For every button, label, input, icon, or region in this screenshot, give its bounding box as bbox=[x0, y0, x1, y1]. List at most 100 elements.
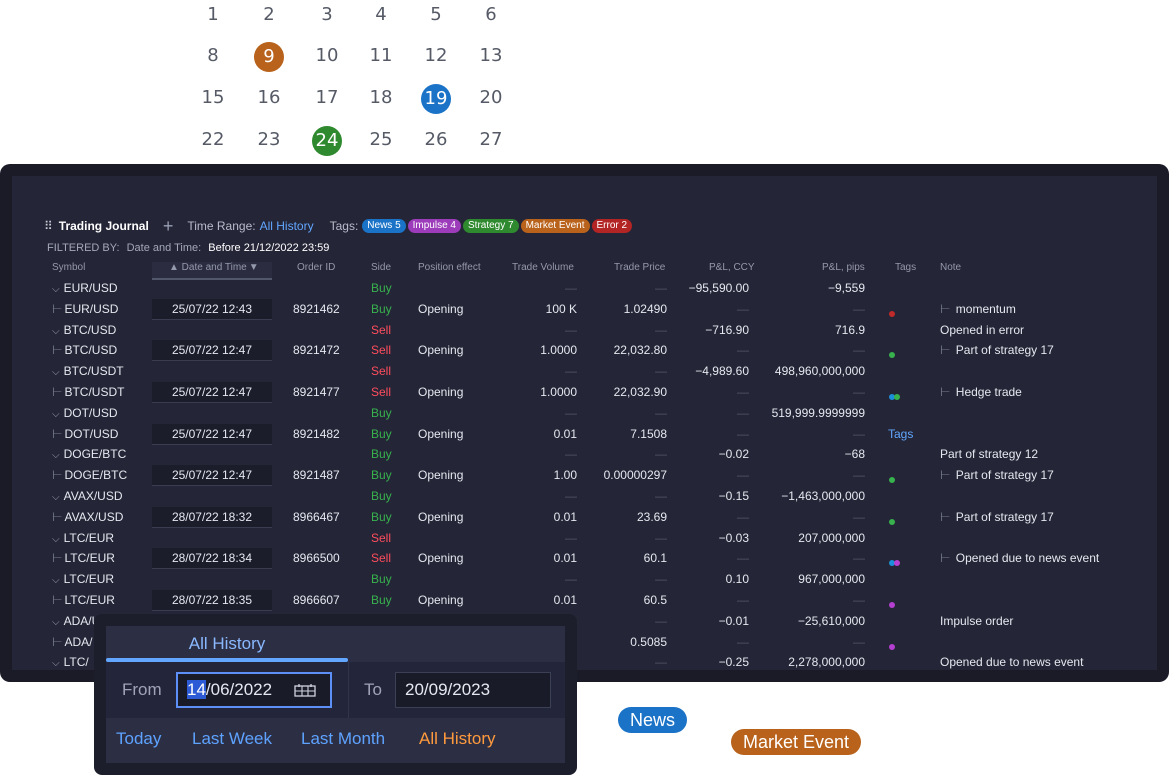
tag-filter-chip[interactable]: Error 2 bbox=[591, 219, 633, 233]
header-pl-pips[interactable]: P&L, pips bbox=[822, 262, 865, 273]
symbol-cell[interactable]: ⊢ AVAX/USD bbox=[52, 510, 123, 524]
calendar-day[interactable]: 8 bbox=[198, 41, 228, 71]
add-icon[interactable]: + bbox=[163, 217, 174, 235]
table-row[interactable]: ⌵ BTC/USD Sell — — −716.90 716.9 Opened in erro… bbox=[12, 320, 1157, 341]
calendar-day[interactable]: 24 bbox=[312, 126, 342, 156]
table-row[interactable]: ⊢ LTC/EUR 28/07/22 18:34 8966500 Sell Opening… bbox=[12, 548, 1157, 570]
chevron-down-icon[interactable]: ⌵ bbox=[52, 450, 60, 461]
symbol-cell[interactable]: ⊢ BTC/USD bbox=[52, 343, 117, 357]
table-row[interactable]: ⊢ LTC/EUR 28/07/22 18:35 8966607 Buy Opening 0… bbox=[12, 589, 1157, 611]
calendar-day[interactable]: 2 bbox=[254, 0, 284, 30]
note-cell[interactable]: Opened in error bbox=[940, 323, 1024, 337]
calendar-day[interactable]: 1 bbox=[198, 0, 228, 30]
calendar-day[interactable]: 9 bbox=[254, 42, 284, 72]
tags-link[interactable]: Tags bbox=[888, 427, 913, 441]
calendar-day[interactable]: 5 bbox=[421, 0, 451, 30]
header-symbol[interactable]: Symbol bbox=[52, 262, 85, 273]
calendar-day[interactable]: 15 bbox=[198, 83, 228, 113]
table-row[interactable]: ⊢ EUR/USD 25/07/22 12:43 8921462 Buy Opening 1… bbox=[12, 298, 1157, 320]
calendar-day[interactable]: 16 bbox=[254, 83, 284, 113]
tab-all-history[interactable]: All History bbox=[106, 626, 348, 662]
symbol-cell[interactable]: ⊢ ADA/ bbox=[52, 635, 92, 649]
calendar-day[interactable]: 22 bbox=[198, 125, 228, 155]
table-row[interactable]: ⊢ AVAX/USD 28/07/22 18:32 8966467 Buy Opening… bbox=[12, 506, 1157, 528]
chevron-down-icon[interactable]: ⌵ bbox=[52, 617, 60, 628]
calendar-day[interactable]: 3 bbox=[312, 0, 342, 30]
symbol-cell[interactable]: ⌵ BTC/USDT bbox=[52, 364, 124, 378]
table-row[interactable]: ⌵ AVAX/USD Buy — — −0.15 −1,463,000,000 bbox=[12, 486, 1157, 507]
header-tags[interactable]: Tags bbox=[895, 262, 916, 273]
quick-all-history[interactable]: All History bbox=[419, 729, 496, 749]
symbol-cell[interactable]: ⊢ DOGE/BTC bbox=[52, 468, 127, 482]
table-row[interactable]: ⊢ DOT/USD 25/07/22 12:47 8921482 Buy Opening 0… bbox=[12, 423, 1157, 445]
tag-dots[interactable] bbox=[889, 472, 895, 486]
symbol-cell[interactable]: ⊢ BTC/USDT bbox=[52, 385, 124, 399]
calendar-day[interactable]: 23 bbox=[254, 125, 284, 155]
table-row[interactable]: ⌵ LTC/EUR Buy — — 0.10 967,000,000 bbox=[12, 569, 1157, 590]
tag-filter-chip[interactable]: Impulse 4 bbox=[407, 219, 461, 233]
drag-handle-icon[interactable]: ⠿ bbox=[44, 219, 53, 233]
symbol-cell[interactable]: ⌵ AVAX/USD bbox=[52, 489, 123, 503]
chevron-down-icon[interactable]: ⌵ bbox=[52, 534, 60, 545]
chevron-down-icon[interactable]: ⌵ bbox=[52, 658, 60, 669]
table-row[interactable]: ⊢ DOGE/BTC 25/07/22 12:47 8921487 Buy Opening… bbox=[12, 465, 1157, 487]
table-row[interactable]: ⌵ LTC/EUR Sell — — −0.03 207,000,000 bbox=[12, 528, 1157, 549]
tag-filter-chip[interactable]: Market Event bbox=[520, 219, 590, 233]
table-row[interactable]: ⌵ EUR/USD Buy — — −95,590.00 −9,559 bbox=[12, 278, 1157, 299]
table-row[interactable]: ⌵ DOGE/BTC Buy — — −0.02 −68 Part of strategy 1… bbox=[12, 444, 1157, 465]
chevron-down-icon[interactable]: ⌵ bbox=[52, 492, 60, 503]
table-row[interactable]: ⌵ DOT/USD Buy — — — 519,999.9999999 bbox=[12, 403, 1157, 424]
calendar-icon[interactable] bbox=[294, 684, 316, 698]
symbol-cell[interactable]: ⌵ BTC/USD bbox=[52, 323, 116, 337]
tag-dots[interactable] bbox=[889, 555, 900, 569]
header-pl-ccy[interactable]: P&L, CCY bbox=[709, 262, 755, 273]
note-cell[interactable]: Part of strategy 12 bbox=[940, 447, 1038, 461]
quick-today[interactable]: Today bbox=[116, 729, 161, 749]
market-event-tag[interactable]: Market Event bbox=[731, 729, 862, 755]
tag-dots[interactable] bbox=[889, 347, 895, 361]
calendar-day[interactable]: 10 bbox=[312, 41, 342, 71]
tag-dots[interactable] bbox=[889, 639, 895, 653]
note-cell[interactable]: ⊢ Hedge trade bbox=[940, 385, 1022, 399]
header-note[interactable]: Note bbox=[940, 262, 961, 273]
chevron-down-icon[interactable]: ⌵ bbox=[52, 367, 60, 378]
quick-last-month[interactable]: Last Month bbox=[301, 729, 385, 749]
table-row[interactable]: ⊢ BTC/USD 25/07/22 12:47 8921472 Sell Opening… bbox=[12, 340, 1157, 362]
symbol-cell[interactable]: ⊢ DOT/USD bbox=[52, 427, 118, 441]
calendar-day[interactable]: 27 bbox=[476, 125, 506, 155]
note-cell[interactable]: ⊢ Part of strategy 17 bbox=[940, 343, 1054, 357]
header-order-id[interactable]: Order ID bbox=[297, 262, 335, 273]
tag-dots[interactable] bbox=[889, 514, 895, 528]
note-cell[interactable]: ⊢ Part of strategy 17 bbox=[940, 510, 1054, 524]
news-tag[interactable]: News bbox=[618, 707, 688, 733]
calendar-day[interactable]: 20 bbox=[476, 83, 506, 113]
symbol-cell[interactable]: ⊢ EUR/USD bbox=[52, 302, 118, 316]
note-cell[interactable]: ⊢ momentum bbox=[940, 302, 1016, 316]
tag-filter-chip[interactable]: Strategy 7 bbox=[463, 219, 519, 233]
quick-last-week[interactable]: Last Week bbox=[192, 729, 272, 749]
header-side[interactable]: Side bbox=[371, 262, 391, 273]
calendar-day[interactable]: 19 bbox=[421, 84, 451, 114]
filter-value[interactable]: Before 21/12/2022 23:59 bbox=[208, 242, 329, 254]
calendar-day[interactable]: 12 bbox=[421, 41, 451, 71]
calendar-day[interactable]: 26 bbox=[421, 125, 451, 155]
symbol-cell[interactable]: ⌵ DOGE/BTC bbox=[52, 447, 126, 461]
calendar-day[interactable]: 4 bbox=[366, 0, 396, 30]
header-trade-volume[interactable]: Trade Volume bbox=[512, 262, 574, 273]
calendar-day[interactable]: 11 bbox=[366, 41, 396, 71]
chevron-down-icon[interactable]: ⌵ bbox=[52, 326, 60, 337]
from-date-input[interactable]: 14/06/2022 bbox=[176, 672, 332, 708]
chevron-down-icon[interactable]: ⌵ bbox=[52, 575, 60, 586]
note-cell[interactable]: Impulse order bbox=[940, 614, 1013, 628]
table-row[interactable]: ⌵ BTC/USDT Sell — — −4,989.60 498,960,000,000 bbox=[12, 361, 1157, 382]
chevron-down-icon[interactable]: ⌵ bbox=[52, 284, 60, 295]
calendar-day[interactable]: 18 bbox=[366, 83, 396, 113]
calendar-day[interactable]: 17 bbox=[312, 83, 342, 113]
filter-funnel-icon[interactable]: ▼ bbox=[249, 262, 259, 273]
table-row[interactable]: ⊢ BTC/USDT 25/07/22 12:47 8921477 Sell Openin… bbox=[12, 381, 1157, 403]
tag-dots[interactable] bbox=[889, 306, 895, 320]
symbol-cell[interactable]: ⌵ EUR/USD bbox=[52, 281, 118, 295]
note-cell[interactable]: ⊢ Part of strategy 17 bbox=[940, 468, 1054, 482]
symbol-cell[interactable]: ⌵ LTC/ bbox=[52, 655, 89, 669]
tag-dots[interactable] bbox=[889, 389, 900, 403]
